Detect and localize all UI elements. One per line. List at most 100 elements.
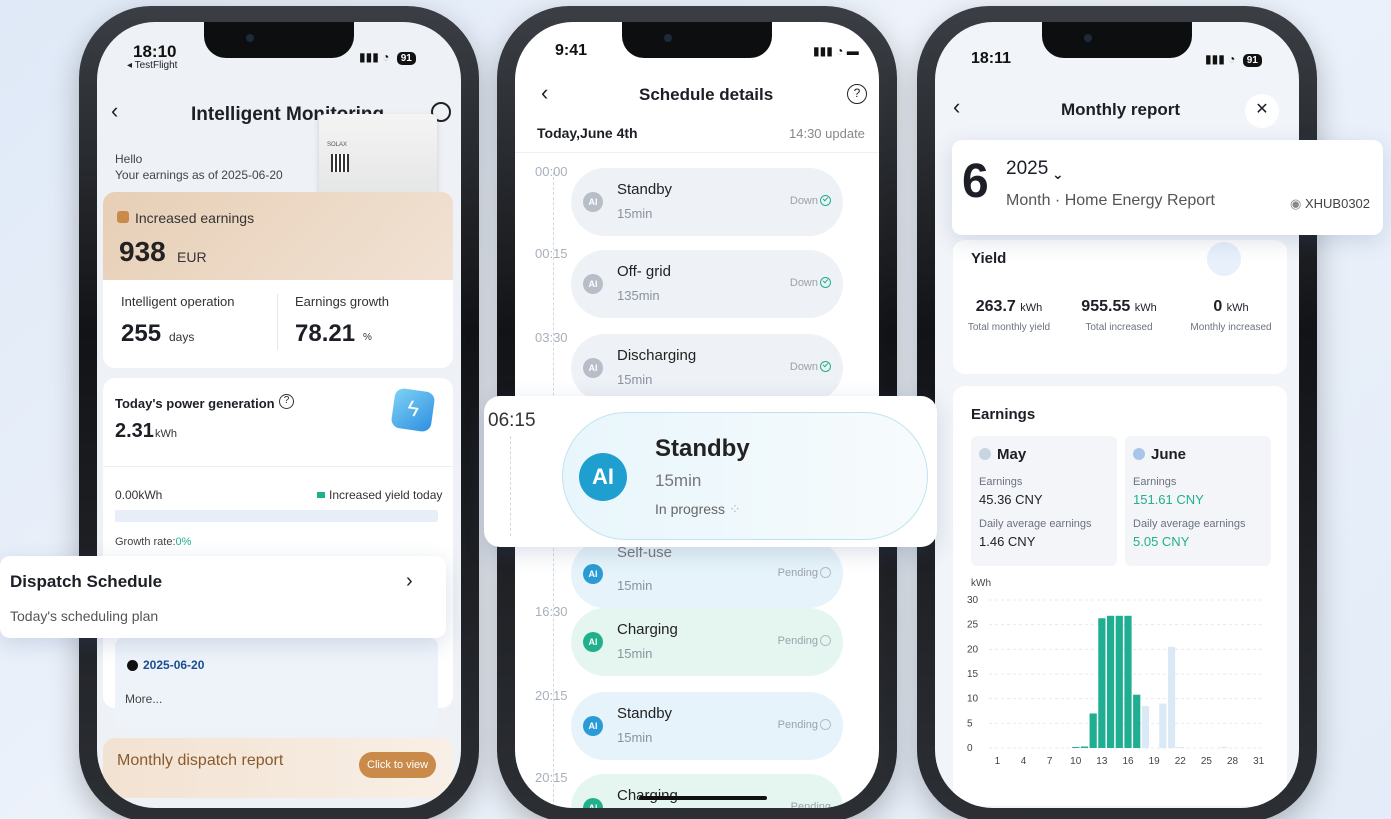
back-icon[interactable]: ‹ [541,80,548,106]
time-label: 16:30 [535,604,568,619]
kwh-left: 0.00kWh [115,488,163,502]
earnings-label: Earnings [971,406,1036,423]
schedule-item[interactable]: AI Self-use 15min Pending [571,540,843,608]
item-state: Down [790,195,831,207]
divider [515,152,879,153]
schedule-date: Today,June 4th [537,125,638,141]
phone-monthly-report: 18:11 ▮▮▮ ◔ 91 ‹ Monthly report ✕ Yield … [917,6,1317,819]
help-icon[interactable]: ? [847,84,867,104]
schedule-item[interactable]: AI Charging 15min Pending [571,608,843,676]
yield-card: Yield 263.7 kWh Total monthly yield 955.… [953,240,1287,374]
operation-label: Intelligent operation [121,294,235,309]
today-value: 2.31 [115,420,154,442]
device-id: ◉ XHUB0302 [1290,196,1371,211]
x-tick-label: 31 [1253,756,1265,767]
dropdown-icon[interactable]: ⌄ [1052,166,1064,183]
time-label: 00:15 [535,246,568,261]
month-number: 6 [962,155,989,208]
operation-value: 255 [121,320,162,347]
location-icon: ◉ [1290,196,1302,211]
check-icon [820,361,831,372]
status-time: 9:41 [555,42,588,59]
more-link[interactable]: More... [125,692,162,706]
y-tick-label: 25 [967,620,979,631]
clock-icon [127,660,138,671]
page-title: Schedule details [639,85,774,104]
item-state: Down [790,361,831,373]
schedule-date: 2025-06-20 [143,658,205,672]
yield-progress-bar [115,510,438,522]
item-duration: 135min [617,288,660,303]
energy-bar-chart: kWh 30 25 20 15 10 5 0 1 4 7 10 13 16 19 22 25 28 31 [967,578,1265,767]
x-tick-label: 25 [1201,756,1213,767]
lightning-icon: ϟ [390,387,436,433]
current-duration: 15min [655,471,702,490]
current-schedule-card[interactable]: 06:15 AI Standby 15min In progress ⁘ [484,396,937,547]
schedule-item[interactable]: AI Standby 15min Pending [571,692,843,760]
increased-earnings-label: Increased earnings [135,210,255,226]
back-icon[interactable]: ‹ [953,94,960,120]
close-icon[interactable]: ✕ [1245,94,1279,128]
yield-label: Yield [971,250,1007,267]
increased-earnings-value: 938 [119,236,166,267]
item-title: Charging [617,621,678,638]
spinner-icon: ⁘ [728,501,741,517]
dispatch-subtitle: Today's scheduling plan [10,608,159,624]
current-item-pill[interactable]: AI Standby 15min In progress ⁘ [562,412,928,540]
help-icon[interactable]: ? [279,394,294,409]
item-state: Pending [778,567,831,579]
clock-icon [820,719,831,730]
schedule-box[interactable]: 2025-06-20 More... [115,638,438,730]
schedule-item[interactable]: AI Standby 15min Down [571,168,843,236]
lightning-icon [1207,242,1241,276]
bar [1098,618,1106,748]
item-title: Standby [617,705,673,722]
testflight-back[interactable]: ◂ TestFlight [127,60,177,71]
monthly-dispatch-card[interactable]: Monthly dispatch report Click to view [103,738,453,798]
earnings-banner: Increased earnings 938 EUR [103,192,453,282]
item-state: Pending [778,719,831,731]
item-state: Down [790,277,831,289]
ai-badge: AI [583,564,603,584]
month-card-may: May Earnings 45.36 CNY Daily average ear… [971,436,1117,566]
x-tick-label: 10 [1070,756,1082,767]
bar [1072,747,1080,748]
back-icon[interactable]: ‹ [111,98,118,124]
time-label: 03:30 [535,330,568,345]
schedule-item[interactable]: AI Discharging 15min Down [571,334,843,402]
chevron-right-icon[interactable]: › [406,570,413,593]
check-icon [820,195,831,206]
legend-yield: Increased yield today [329,488,443,502]
stat-total-increased: 955.55 kWh Total increased [1081,298,1157,333]
schedule-item[interactable]: AI Off- grid 135min Down [571,250,843,318]
dispatch-schedule-card[interactable]: Dispatch Schedule › Today's scheduling p… [0,556,446,638]
time-label: 20:15 [535,770,568,785]
schedule-item[interactable]: AI Charging Pending [571,774,843,808]
hello-text: Hello [115,152,143,166]
item-state: Pending [790,801,831,808]
divider [277,294,278,350]
item-duration: 15min [617,578,653,593]
status-icons: ▮▮▮ ◔ ▬ [813,44,859,58]
today-label: Today's power generation [115,396,275,411]
notch [204,22,354,58]
y-tick-label: 15 [967,669,979,680]
clock-icon [820,567,831,578]
item-title: Standby [617,181,673,198]
notch [622,22,772,58]
time-label: 00:00 [535,164,568,179]
phone-intelligent-monitoring: 18:10 ◂ TestFlight ▮▮▮ ◔ 91 ‹ Intelligen… [79,6,479,819]
ai-badge: AI [579,453,627,501]
ai-badge: AI [583,274,603,294]
x-tick-label: 22 [1175,756,1187,767]
bar [1220,747,1228,748]
earnings-card: Earnings May Earnings 45.36 CNY Daily av… [953,386,1287,806]
stats-card: Intelligent operation 255 days Earnings … [103,280,453,368]
growth-label: Earnings growth [295,294,389,309]
y-tick-label: 10 [967,694,979,705]
bar [1124,615,1132,748]
report-subtitle: Month · Home Energy Report [1006,192,1215,209]
click-view-button[interactable]: Click to view [359,752,437,778]
current-time: 06:15 [488,410,536,431]
bar [1159,703,1167,748]
